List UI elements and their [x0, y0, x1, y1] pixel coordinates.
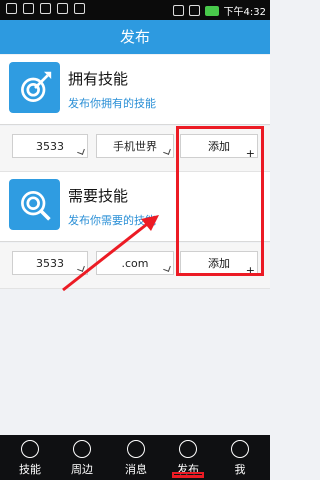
page-title: 发布 — [0, 20, 270, 54]
messages-icon — [127, 440, 145, 458]
tab-label: 我 — [234, 463, 246, 476]
highlight-box — [176, 126, 264, 276]
section-title: 拥有技能 — [68, 70, 129, 88]
status-time: 下午4:32 — [223, 7, 266, 18]
publish-icon — [179, 440, 197, 458]
tab-skills[interactable]: 技能 — [6, 435, 54, 480]
tab-label: 消息 — [125, 463, 147, 476]
skill-section-owned: 拥有技能 发布你拥有的技能 — [0, 55, 270, 125]
section-title: 需要技能 — [68, 187, 129, 205]
wifi-icon — [172, 5, 184, 16]
signal-icon — [188, 5, 200, 16]
status-icon-c — [40, 3, 51, 14]
tab-highlight-box — [172, 472, 204, 478]
skill-field-1[interactable]: 3533 — [12, 134, 88, 158]
tab-me[interactable]: 我 — [216, 435, 264, 480]
nearby-icon — [73, 440, 91, 458]
battery-icon — [204, 5, 219, 16]
status-bar: 下午4:32 — [0, 0, 270, 20]
tab-label: 技能 — [19, 463, 41, 476]
status-icon-a — [6, 3, 17, 14]
tab-label: 周边 — [71, 463, 93, 476]
search-icon — [9, 179, 60, 230]
status-icon-b — [23, 3, 34, 14]
section-desc: 发布你拥有的技能 — [68, 97, 156, 110]
skill-field-2[interactable]: 手机世界 — [96, 134, 174, 158]
status-icon-d — [57, 3, 68, 14]
pointer-arrow — [62, 215, 159, 292]
skills-icon — [21, 440, 39, 458]
status-icon-e — [74, 3, 85, 14]
tab-nearby[interactable]: 周边 — [58, 435, 106, 480]
tab-messages[interactable]: 消息 — [112, 435, 160, 480]
tab-bar: 技能 周边 消息 发布 我 — [0, 435, 270, 480]
me-icon — [231, 440, 249, 458]
target-icon — [9, 62, 60, 113]
